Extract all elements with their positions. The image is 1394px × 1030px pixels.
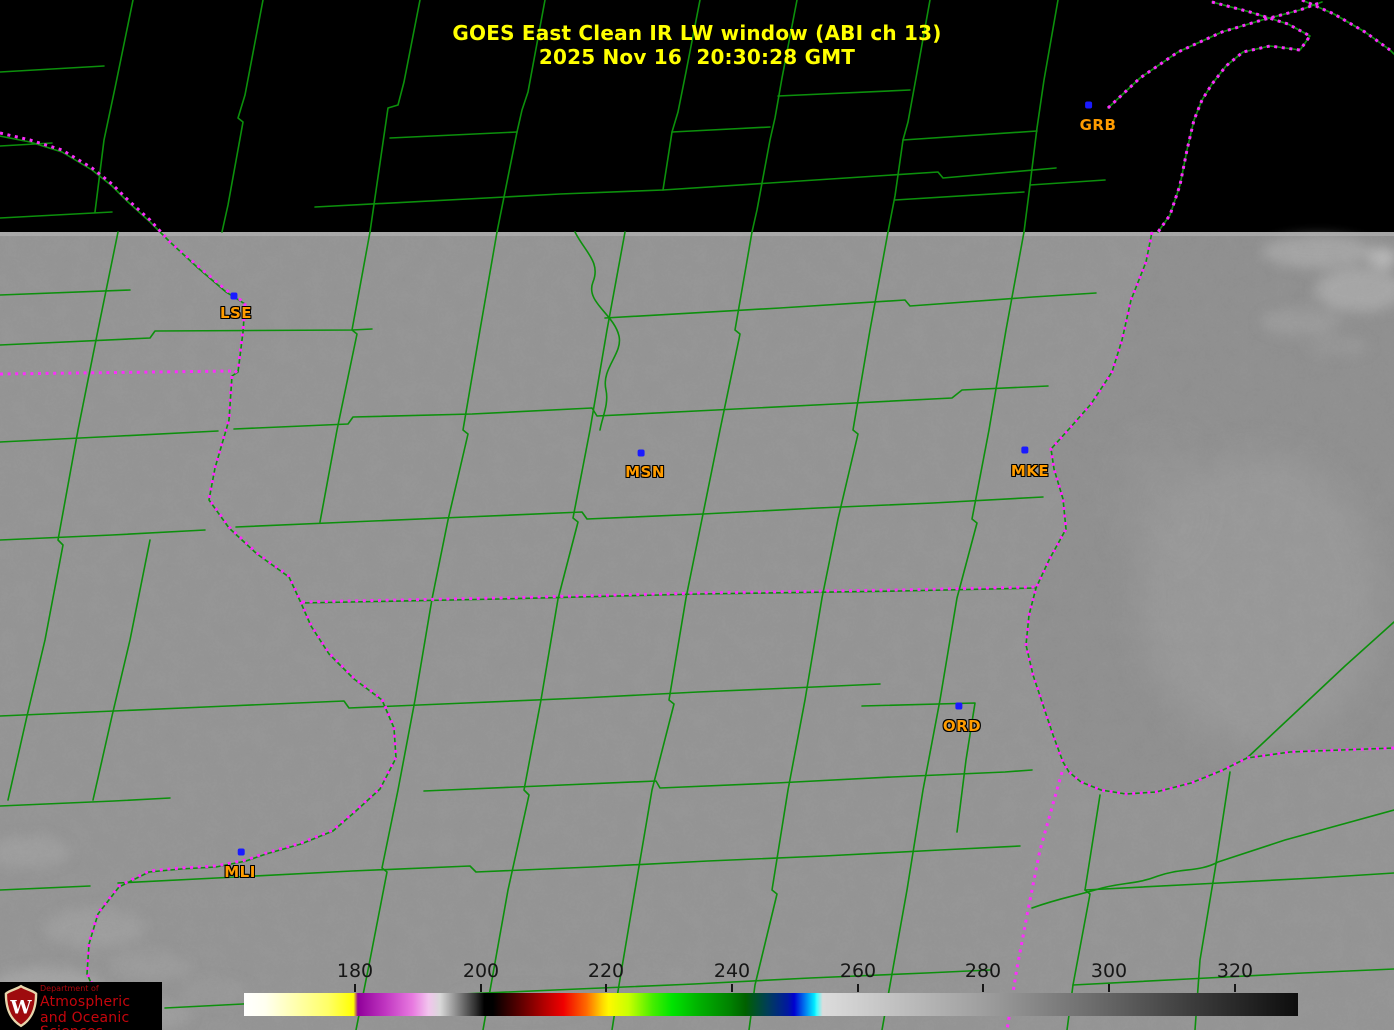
station-marker-ord: ORD [942,702,982,735]
product-title: GOES East Clean IR LW window (ABI ch 13) [452,21,942,45]
station-label: MSN [625,463,665,481]
station-dot [955,702,963,710]
station-dot [1085,101,1093,109]
colorbar-tick-label: 300 [1090,960,1128,982]
satellite-image-viewport: GOES East Clean IR LW window (ABI ch 13)… [0,0,1394,1030]
colorbar-tick-label: 240 [713,960,751,982]
uw-aos-logo: W Department of Atmospheric and Oceanic … [0,982,162,1030]
colorbar-tick-label: 320 [1216,960,1254,982]
colorbar-tick-label: 200 [462,960,500,982]
colorbar-tick-mark [1234,984,1236,992]
colorbar-tick-mark [354,984,356,992]
colorbar-tick-mark [857,984,859,992]
uw-crest-icon: W [4,984,38,1028]
station-marker-lse: LSE [219,292,253,322]
station-marker-grb: GRB [1079,101,1117,134]
imagery-noise-coarse [0,232,1394,1030]
station-label: ORD [942,717,982,735]
station-marker-mli: MLI [224,848,256,881]
colorbar-tick-mark [1108,984,1110,992]
colorbar-tick-label: 180 [336,960,374,982]
station-marker-msn: MSN [625,449,665,481]
colorbar-tick-mark [480,984,482,992]
colorbar-tick-mark [731,984,733,992]
logo-name-line1: Atmospheric [40,994,131,1010]
colorbar-tick-mark [605,984,607,992]
colorbar-tick-label: 220 [587,960,625,982]
station-dot [230,292,238,300]
colorbar-tick-label: 260 [839,960,877,982]
crest-monogram: W [9,997,32,1019]
satellite-map [0,0,1394,1030]
logo-name-line2: and Oceanic Sciences [40,1010,130,1030]
colorbar-tick-label: 280 [964,960,1002,982]
station-dot [237,848,245,856]
station-label: GRB [1079,116,1117,134]
station-dot [1021,446,1029,454]
product-timestamp: 2025 Nov 16 20:30:28 GMT [538,45,856,69]
colorbar-tick-mark [982,984,984,992]
station-label: LSE [219,304,253,322]
logo-dept-line: Department of [40,984,99,993]
temperature-colorbar [244,993,1298,1016]
scan-edge-strip [0,232,1394,236]
station-label: MKE [1010,462,1050,480]
station-marker-mke: MKE [1010,446,1050,480]
station-dot [637,449,645,457]
station-label: MLI [224,863,256,881]
